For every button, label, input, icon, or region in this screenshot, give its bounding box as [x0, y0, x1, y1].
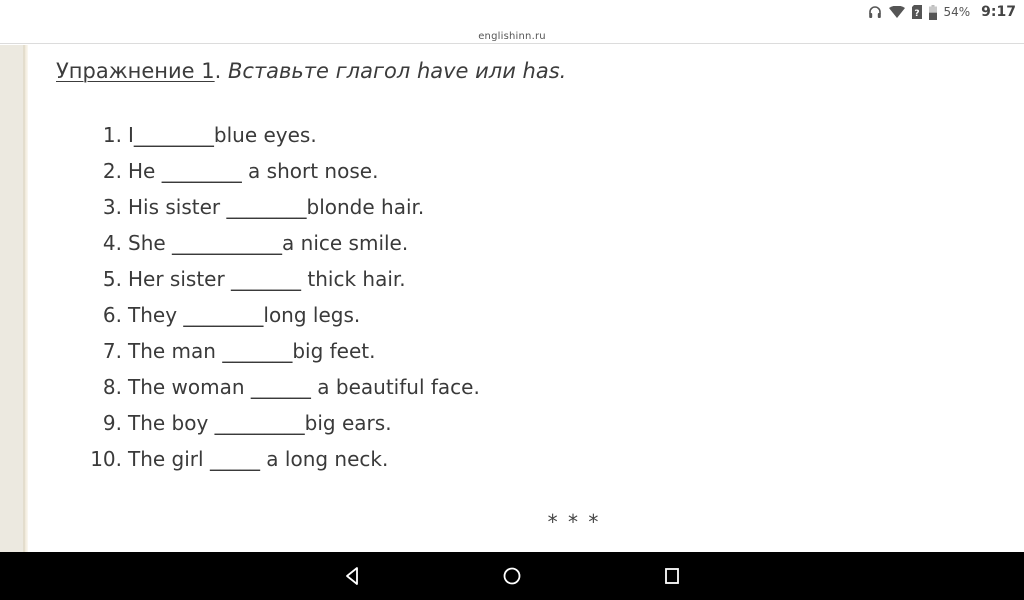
sentence-number: 8. — [102, 375, 122, 399]
recents-button[interactable] — [657, 561, 687, 591]
navigation-bar — [0, 552, 1024, 600]
sentence-number: 2. — [102, 159, 122, 183]
home-circle-icon — [503, 567, 521, 585]
sentence-text: The girl _____ a long neck. — [128, 447, 389, 471]
sentence-item: 10. The girl _____ a long neck. — [88, 441, 480, 477]
sentence-number: 3. — [102, 195, 122, 219]
sentence-number: 6. — [102, 303, 122, 327]
sentence-item: 1. I________blue eyes. — [88, 117, 480, 153]
sentence-item: 5. Her sister _______ thick hair. — [88, 261, 480, 297]
sentence-text: The woman ______ a beautiful face. — [128, 375, 480, 399]
sentence-item: 6. They ________long legs. — [88, 297, 480, 333]
sentence-text: His sister ________blonde hair. — [128, 195, 425, 219]
back-triangle-icon — [346, 567, 358, 585]
wifi-icon — [888, 6, 905, 18]
recents-square-icon — [665, 568, 679, 584]
home-button[interactable] — [497, 561, 527, 591]
exercise-instruction: Вставьте глагол have или has. — [228, 59, 567, 83]
sim-unknown-icon: ? — [911, 5, 922, 19]
clock: 9:17 — [981, 4, 1016, 20]
sentence-number: 4. — [102, 231, 122, 255]
sentence-number: 1. — [102, 123, 122, 147]
title-separator: . — [214, 59, 228, 83]
sentence-item: 9. The boy _________big ears. — [88, 405, 480, 441]
sentence-item: 4. She ___________a nice smile. — [88, 225, 480, 261]
sentence-text: I________blue eyes. — [128, 123, 317, 147]
exercise-label: Упражнение 1 — [56, 59, 215, 83]
sentence-item: 2. He ________ a short nose. — [88, 153, 480, 189]
sentence-number: 7. — [102, 339, 122, 363]
back-button[interactable] — [337, 561, 367, 591]
screen: ? 54% 9:17 englishinn.ru Упражнение 1. В… — [0, 0, 1024, 600]
battery-percent: 54% — [943, 5, 971, 19]
sentence-text: The man _______big feet. — [128, 339, 376, 363]
sentence-text: She ___________a nice smile. — [128, 231, 409, 255]
sentence-number: 10. — [90, 447, 122, 471]
side-panel-strip — [0, 45, 25, 552]
sentence-number: 9. — [102, 411, 122, 435]
sentence-item: 3. His sister ________blonde hair. — [88, 189, 480, 225]
sentence-list: 1. I________blue eyes. 2. He ________ a sh… — [88, 117, 480, 477]
sentence-text: Her sister _______ thick hair. — [128, 267, 406, 291]
sentence-item: 7. The man _______big feet. — [88, 333, 480, 369]
page-content: Упражнение 1. Вставьте глагол have или h… — [28, 45, 1024, 552]
sentence-text: They ________long legs. — [128, 303, 361, 327]
url-domain[interactable]: englishinn.ru — [478, 31, 546, 42]
svg-text:?: ? — [914, 9, 919, 19]
status-bar: ? 54% 9:17 — [0, 0, 1024, 24]
battery-icon — [928, 4, 937, 20]
section-separator: * * * — [547, 510, 601, 534]
headphones-icon — [868, 5, 882, 19]
exercise-title: Упражнение 1. Вставьте глагол have или h… — [56, 59, 566, 83]
url-bar[interactable]: englishinn.ru — [0, 24, 1024, 44]
sentence-text: He ________ a short nose. — [128, 159, 379, 183]
sentence-text: The boy _________big ears. — [128, 411, 392, 435]
sentence-number: 5. — [102, 267, 122, 291]
sentence-item: 8. The woman ______ a beautiful face. — [88, 369, 480, 405]
